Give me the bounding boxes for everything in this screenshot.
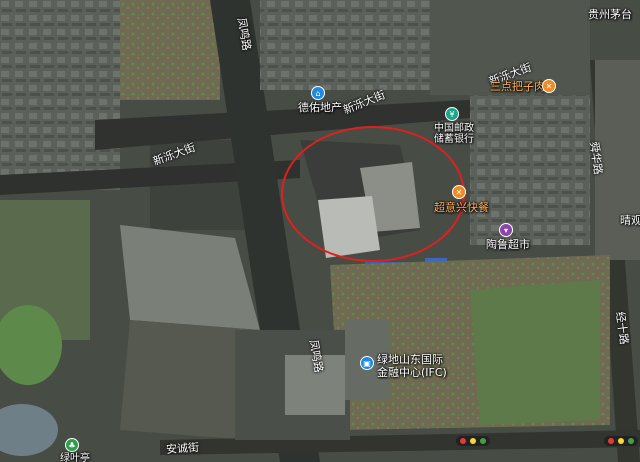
satellite-imagery — [0, 0, 640, 462]
poi-label-ludi[interactable]: 绿地山东国际 金融中心(IFC) — [377, 353, 447, 379]
traffic-light-icon — [604, 436, 638, 446]
bank-pin-icon[interactable]: ¥ — [445, 107, 459, 121]
poi-label-taolu[interactable]: 陶鲁超市 — [486, 238, 530, 251]
poi-label-china-post-line2: 储蓄银行 — [434, 134, 474, 145]
office-building-pin-icon[interactable]: ▣ — [360, 356, 374, 370]
poi-label-ludi-line1: 绿地山东国际 — [377, 353, 443, 366]
fastfood-pin-icon[interactable]: ✕ — [452, 185, 466, 199]
traffic-light-icon — [456, 436, 490, 446]
poi-label-china-post-line1: 中国邮政 — [434, 123, 474, 134]
road-label-anhe: 安诚街 — [165, 440, 200, 457]
restaurant-pin-icon[interactable]: ✕ — [542, 79, 556, 93]
poi-label-guizhou-maotai[interactable]: 贵州茅台 — [588, 8, 632, 21]
poi-label-qingjing[interactable]: 晴观 — [620, 214, 640, 227]
poi-label-bottom-left[interactable]: 绿叶亭 — [60, 452, 90, 462]
poi-label-sandianba[interactable]: 三点把子肉 — [490, 80, 545, 93]
poi-label-ludi-line2: 金融中心(IFC) — [377, 366, 447, 379]
park-pin-icon[interactable]: ♣ — [65, 438, 79, 452]
real-estate-pin-icon[interactable]: ⌂ — [311, 86, 325, 100]
poi-label-chaoyixing[interactable]: 超意兴快餐 — [434, 201, 489, 214]
poi-label-china-post[interactable]: 中国邮政 储蓄银行 — [434, 123, 474, 145]
shopping-pin-icon[interactable]: ▾ — [499, 223, 513, 237]
poi-label-deyou[interactable]: 德佑地产 — [298, 101, 342, 114]
satellite-map[interactable]: 新泺大街 新泺大街 新泺大街 凤鸣路 凤鸣路 安诚街 舜华路 经十路 贵州茅台 … — [0, 0, 640, 462]
